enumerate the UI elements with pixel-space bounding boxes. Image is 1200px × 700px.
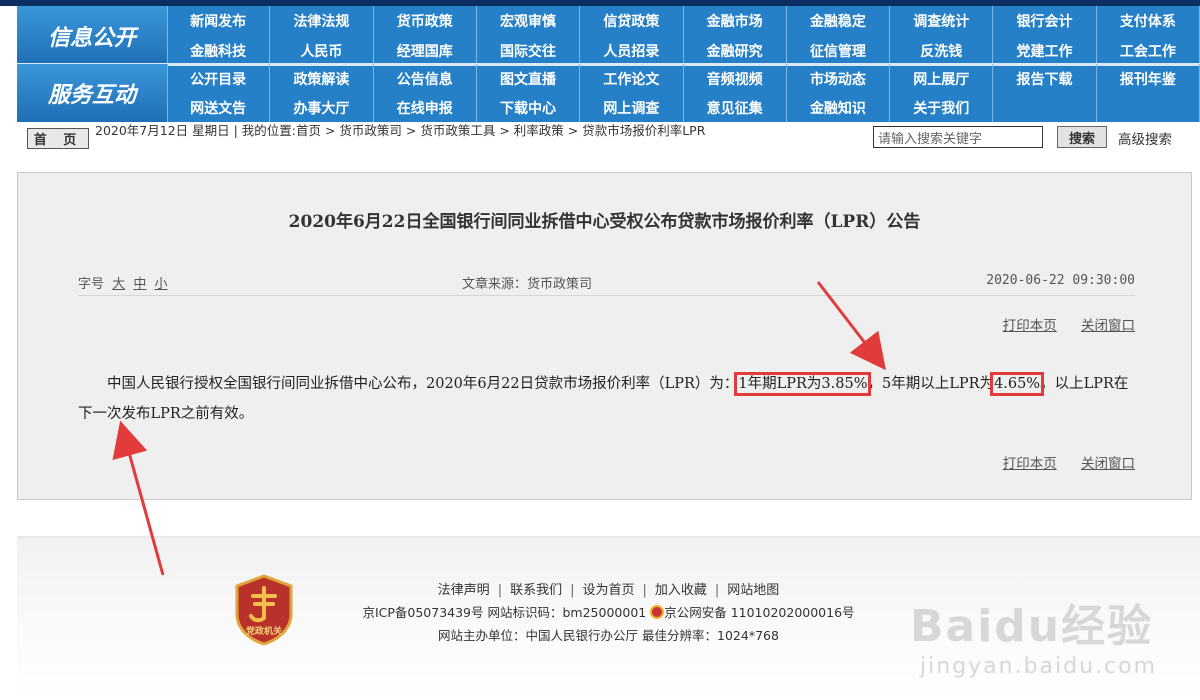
nav-info-item-13[interactable]: 国际交往 <box>477 36 581 66</box>
nav-info-item-2[interactable]: 货币政策 <box>374 6 477 36</box>
meta-divider <box>78 295 1135 296</box>
watermark-url: jingyan.baidu.com <box>920 654 1158 679</box>
nav-info-item-1[interactable]: 法律法规 <box>270 6 374 36</box>
watermark-brand: Baidu经验 <box>910 601 1154 652</box>
nav-grid-service: 公开目录 政策解读 公告信息 图文直播 工作论文 音频视频 市场动态 网上展厅 报告下载 报刊年鉴… <box>167 64 1200 122</box>
article-title: 2020年6月22日全国银行间同业拆借中心受权公布贷款市场报价利率（LPR）公告 <box>288 212 921 232</box>
footer-link-sitemap[interactable]: 网站地图 <box>727 583 779 598</box>
article-actions-bottom: 打印本页 关闭窗口 <box>983 452 1135 472</box>
nav-service-empty-19 <box>1097 93 1200 122</box>
nav-service-item-1[interactable]: 政策解读 <box>270 64 374 93</box>
article-meta: 字号 大 中 小 文章来源：货币政策司 2020-06-22 09:30:00 <box>78 273 1135 297</box>
nav-info-item-10[interactable]: 金融科技 <box>167 36 271 66</box>
font-medium-link[interactable]: 中 <box>133 277 146 292</box>
nav-service-item-2[interactable]: 公告信息 <box>374 64 477 93</box>
nav-group-service: 服务互动 公开目录 政策解读 公告信息 图文直播 工作论文 音频视频 市场动态 网上展厅 报告下… <box>17 64 1200 122</box>
nav-info-item-15[interactable]: 金融研究 <box>684 36 787 66</box>
font-small-link[interactable]: 小 <box>154 277 167 292</box>
nav-info-item-12[interactable]: 经理国库 <box>374 36 477 66</box>
nav-info-item-19[interactable]: 工会工作 <box>1097 36 1200 66</box>
main-navigation: 信息公开 新闻发布 法律法规 货币政策 宏观审慎 信贷政策 金融市场 金融稳定 调查统计 银行会… <box>17 6 1200 122</box>
lpr-1year-highlight: 1年期LPR为3.85% <box>734 372 872 396</box>
article-body: 中国人民银行授权全国银行间同业拆借中心公布，2020年6月22日贷款市场报价利率… <box>78 369 1135 429</box>
nav-service-item-12[interactable]: 在线申报 <box>374 93 477 122</box>
nav-service-empty-18 <box>993 93 1097 122</box>
section-title-service: 服务互动 <box>17 64 168 122</box>
home-button[interactable]: 首 页 <box>27 128 89 149</box>
article-panel: 2020年6月22日全国银行间同业拆借中心受权公布贷款市场报价利率（LPR）公告… <box>17 172 1192 500</box>
nav-service-item-0[interactable]: 公开目录 <box>167 64 271 93</box>
nav-service-item-4[interactable]: 工作论文 <box>580 64 684 93</box>
footer-link-contact[interactable]: 联系我们 <box>510 583 562 598</box>
nav-info-item-18[interactable]: 党建工作 <box>993 36 1097 66</box>
nav-service-item-3[interactable]: 图文直播 <box>477 64 581 93</box>
body-text-middle: ，5年期以上LPR为 <box>867 376 995 392</box>
nav-service-item-11[interactable]: 办事大厅 <box>270 93 374 122</box>
police-badge-icon <box>650 605 665 619</box>
close-window-link[interactable]: 关闭窗口 <box>1081 318 1135 334</box>
nav-service-item-15[interactable]: 意见征集 <box>684 93 787 122</box>
lpr-5year-highlight: 4.65% <box>990 372 1045 396</box>
nav-service-item-17[interactable]: 关于我们 <box>890 93 994 122</box>
nav-info-item-5[interactable]: 金融市场 <box>684 6 787 36</box>
nav-service-item-16[interactable]: 金融知识 <box>787 93 891 122</box>
section-title-info: 信息公开 <box>17 6 168 66</box>
nav-info-item-17[interactable]: 反洗钱 <box>890 36 994 66</box>
nav-service-item-7[interactable]: 网上展厅 <box>890 64 994 93</box>
icp-record: 京ICP备05073439号 网站标识码：bm25000001 <box>362 605 647 620</box>
nav-group-info: 信息公开 新闻发布 法律法规 货币政策 宏观审慎 信贷政策 金融市场 金融稳定 调查统计 银行会… <box>17 6 1200 66</box>
nav-service-item-6[interactable]: 市场动态 <box>787 64 891 93</box>
police-record[interactable]: 京公网安备 11010202000016号 <box>664 605 854 620</box>
nav-info-item-14[interactable]: 人员招录 <box>580 36 684 66</box>
nav-service-item-13[interactable]: 下载中心 <box>477 93 581 122</box>
baidu-watermark: Baidu经验 jingyan.baidu.com <box>900 570 1200 700</box>
nav-service-item-8[interactable]: 报告下载 <box>993 64 1097 93</box>
search-input[interactable]: 请输入搜索关键字 <box>873 126 1043 148</box>
nav-info-item-0[interactable]: 新闻发布 <box>167 6 271 36</box>
breadcrumb: 2020年7月12日 星期日 | 我的位置:首页 > 货币政策司 > 货币政策工… <box>95 123 706 138</box>
footer-link-favorite[interactable]: 加入收藏 <box>655 583 707 598</box>
nav-info-item-9[interactable]: 支付体系 <box>1097 6 1200 36</box>
nav-service-item-14[interactable]: 网上调查 <box>580 93 684 122</box>
body-text-intro: 中国人民银行授权全国银行间同业拆借中心公布，2020年6月22日贷款市场报价利率… <box>107 376 739 392</box>
print-page-link[interactable]: 打印本页 <box>1003 456 1057 472</box>
article-actions-top: 打印本页 关闭窗口 <box>983 314 1135 334</box>
nav-info-item-3[interactable]: 宏观审慎 <box>477 6 581 36</box>
nav-info-item-8[interactable]: 银行会计 <box>993 6 1097 36</box>
footer-link-homepage[interactable]: 设为首页 <box>582 583 634 598</box>
nav-service-item-10[interactable]: 网送文告 <box>167 93 271 122</box>
breadcrumb-bar: 首 页 2020年7月12日 星期日 | 我的位置:首页 > 货币政策司 > 货… <box>17 122 1200 156</box>
nav-info-item-11[interactable]: 人民币 <box>270 36 374 66</box>
font-size-control: 字号 大 中 小 <box>78 273 167 292</box>
font-large-link[interactable]: 大 <box>112 277 125 292</box>
footer-link-legal[interactable]: 法律声明 <box>438 583 490 598</box>
advanced-search-link[interactable]: 高级搜索 <box>1118 128 1172 148</box>
nav-info-item-7[interactable]: 调查统计 <box>890 6 994 36</box>
nav-service-item-9[interactable]: 报刊年鉴 <box>1097 64 1200 93</box>
article-date: 2020-06-22 09:30:00 <box>986 273 1135 288</box>
close-window-link[interactable]: 关闭窗口 <box>1081 456 1135 472</box>
article-source: 文章来源：货币政策司 <box>462 277 593 292</box>
nav-grid-info: 新闻发布 法律法规 货币政策 宏观审慎 信贷政策 金融市场 金融稳定 调查统计 银行会计 支付体系… <box>167 6 1200 66</box>
nav-info-item-6[interactable]: 金融稳定 <box>787 6 891 36</box>
font-size-label: 字号 <box>78 277 105 292</box>
print-page-link[interactable]: 打印本页 <box>1003 318 1057 334</box>
search-button[interactable]: 搜索 <box>1057 126 1107 148</box>
nav-info-item-4[interactable]: 信贷政策 <box>580 6 684 36</box>
nav-service-item-5[interactable]: 音频视频 <box>684 64 787 93</box>
nav-info-item-16[interactable]: 征信管理 <box>787 36 891 66</box>
